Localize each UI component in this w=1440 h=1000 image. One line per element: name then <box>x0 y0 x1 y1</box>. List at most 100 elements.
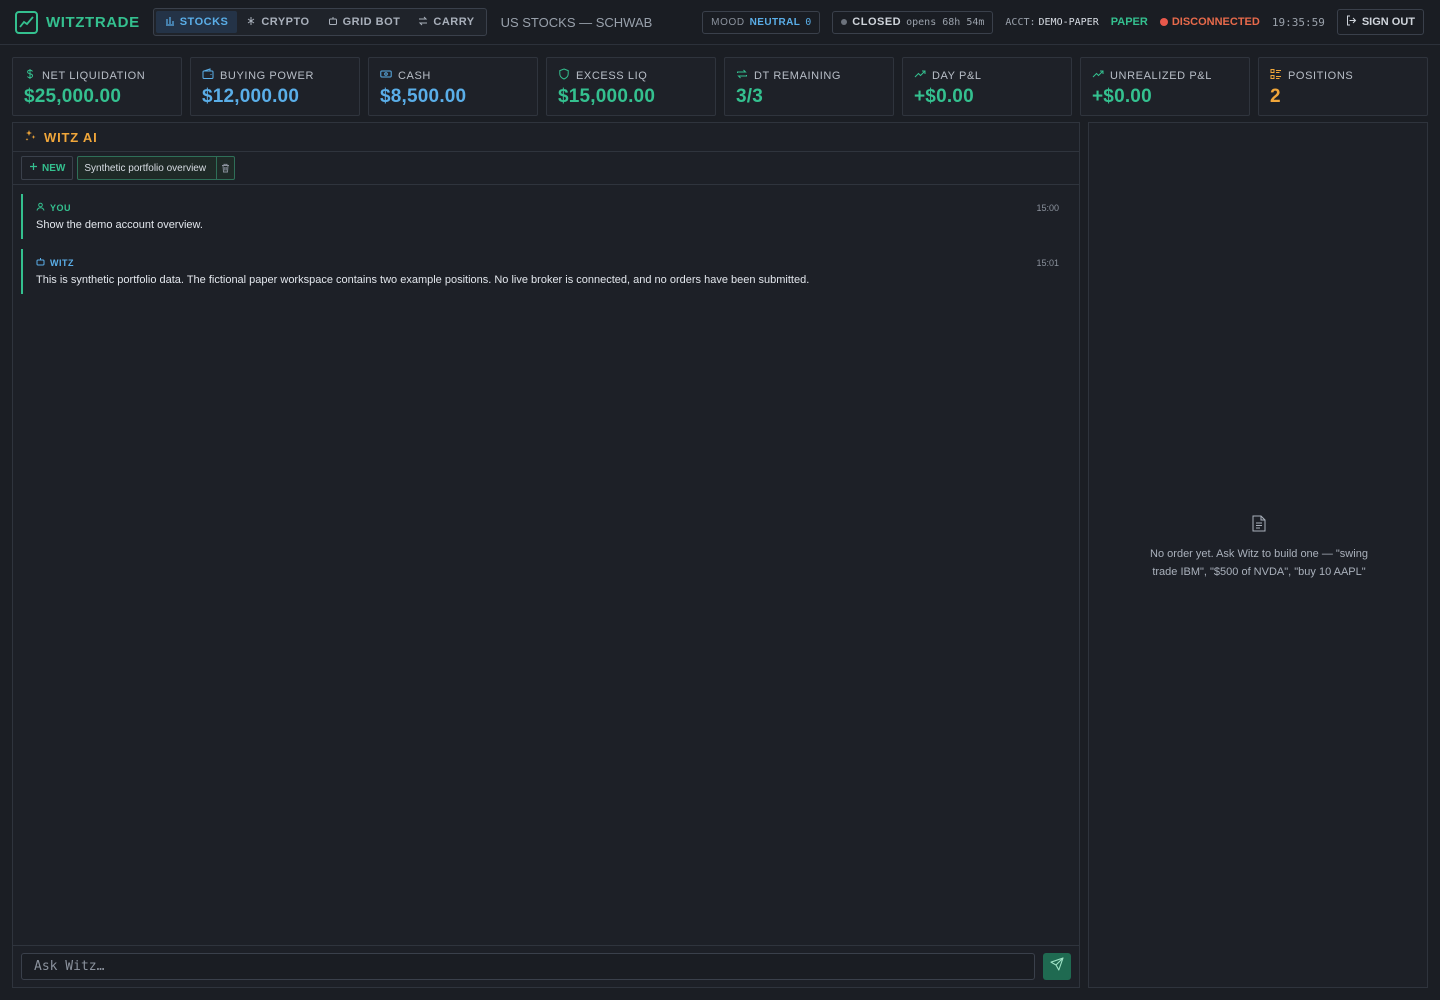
dollar-icon <box>24 68 36 83</box>
trading-mode-badge: PAPER <box>1110 16 1148 28</box>
connection-label: DISCONNECTED <box>1171 16 1260 28</box>
message-author: WITZ <box>50 257 74 268</box>
trend-up-icon <box>1092 68 1104 83</box>
stat-value: 2 <box>1270 86 1281 107</box>
swap-icon <box>418 16 428 29</box>
stat-label: BUYING POWER <box>220 69 314 82</box>
stat-day-pnl: DAY P&L +$0.00 <box>902 57 1072 116</box>
app-name: WITZTRADE <box>46 13 140 31</box>
tab-carry[interactable]: CARRY <box>409 11 483 33</box>
message-author: YOU <box>50 202 72 213</box>
crypto-icon <box>246 16 256 29</box>
message-text: This is synthetic portfolio data. The fi… <box>36 274 810 286</box>
stat-net-liquidation: NET LIQUIDATION $25,000.00 <box>12 57 182 116</box>
stat-label: DT REMAINING <box>754 69 842 82</box>
message-time: 15:01 <box>1036 258 1059 268</box>
venue-label: US STOCKS — SCHWAB <box>500 14 653 30</box>
trash-icon[interactable] <box>216 157 234 179</box>
stat-dt-remaining: DT REMAINING 3/3 <box>724 57 894 116</box>
message-list: YOU 15:00 Show the demo account overview… <box>13 185 1079 294</box>
chat-input[interactable] <box>21 953 1035 980</box>
account-stats: NET LIQUIDATION $25,000.00 BUYING POWER … <box>12 57 1428 116</box>
logout-icon <box>1346 15 1357 29</box>
order-empty-state: No order yet. Ask Witz to build one — "s… <box>1139 515 1379 581</box>
sign-out-button[interactable]: SIGN OUT <box>1336 9 1424 35</box>
chat-composer <box>13 945 1079 987</box>
tab-label: CRYPTO <box>261 16 310 28</box>
stat-label: EXCESS LIQ <box>576 69 648 82</box>
document-icon <box>1252 515 1266 536</box>
market-state: CLOSED <box>852 16 902 28</box>
stat-excess-liquidity: EXCESS LIQ $15,000.00 <box>546 57 716 116</box>
mood-indicator: MOOD NEUTRAL 0 <box>702 10 821 34</box>
message-text: Show the demo account overview. <box>36 219 203 231</box>
stat-value: +$0.00 <box>914 86 974 107</box>
status-dot-icon <box>1159 18 1168 26</box>
stat-value: $25,000.00 <box>24 86 122 107</box>
stat-positions: POSITIONS 2 <box>1258 57 1428 116</box>
stat-value: $15,000.00 <box>558 86 656 107</box>
stat-buying-power: BUYING POWER $12,000.00 <box>190 57 360 116</box>
stat-label: CASH <box>398 69 431 82</box>
bot-icon <box>36 257 45 268</box>
order-empty-text: No order yet. Ask Witz to build one — "s… <box>1150 548 1368 578</box>
market-tabs: STOCKS CRYPTO GRID BOT CARRY <box>152 8 487 36</box>
stat-label: NET LIQUIDATION <box>42 69 146 82</box>
message-assistant: WITZ 15:01 This is synthetic portfolio d… <box>21 249 1059 294</box>
wallet-icon <box>202 68 214 83</box>
mood-label: MOOD <box>711 16 745 28</box>
new-chat-label: NEW <box>42 162 66 174</box>
tab-label: GRID BOT <box>342 16 401 28</box>
send-icon <box>1050 957 1064 976</box>
tab-stocks[interactable]: STOCKS <box>155 11 238 33</box>
tab-label: CARRY <box>433 16 475 28</box>
repeat-icon <box>736 68 748 83</box>
chat-header: WITZ AI <box>13 123 1079 152</box>
stat-label: POSITIONS <box>1288 69 1354 82</box>
send-button[interactable] <box>1043 953 1071 980</box>
list-icon <box>1270 68 1282 83</box>
account-info: ACCT: DEMO-PAPER <box>1005 17 1098 28</box>
sign-out-label: SIGN OUT <box>1361 16 1415 28</box>
plus-icon <box>29 162 38 174</box>
tab-label: STOCKS <box>179 16 229 28</box>
market-dot-icon <box>841 19 848 25</box>
witz-ai-panel: WITZ AI NEW Synthetic portfolio overview… <box>12 122 1080 988</box>
stat-label: DAY P&L <box>932 69 982 82</box>
stat-cash: CASH $8,500.00 <box>368 57 538 116</box>
session-bar: NEW Synthetic portfolio overview <box>13 152 1079 185</box>
session-label: Synthetic portfolio overview <box>84 162 207 174</box>
stat-label: UNREALIZED P&L <box>1110 69 1212 82</box>
brand[interactable]: WITZTRADE <box>15 10 140 34</box>
clock: 19:35:59 <box>1271 15 1325 29</box>
stat-value: $12,000.00 <box>202 86 300 107</box>
stat-value: +$0.00 <box>1092 86 1152 107</box>
stat-value: 3/3 <box>736 86 764 107</box>
account-value: DEMO-PAPER <box>1038 16 1099 28</box>
status-cluster: MOOD NEUTRAL 0 CLOSED opens 68h 54m ACCT… <box>702 9 1424 35</box>
new-chat-button[interactable]: NEW <box>21 156 74 180</box>
user-icon <box>36 202 45 213</box>
message-time: 15:00 <box>1036 203 1059 213</box>
market-status: CLOSED opens 68h 54m <box>832 10 994 34</box>
mood-value: NEUTRAL <box>749 16 801 28</box>
account-label: ACCT: <box>1005 16 1036 28</box>
top-bar: WITZTRADE STOCKS CRYPTO GRID BOT CARRY U… <box>0 0 1440 45</box>
shield-icon <box>558 68 570 83</box>
chat-session-tab[interactable]: Synthetic portfolio overview <box>77 156 236 180</box>
sparkle-icon <box>25 128 37 146</box>
stat-unrealized-pnl: UNREALIZED P&L +$0.00 <box>1080 57 1250 116</box>
tab-crypto[interactable]: CRYPTO <box>237 11 318 33</box>
tab-grid-bot[interactable]: GRID BOT <box>319 11 410 33</box>
chart-logo-icon <box>15 10 38 34</box>
banknote-icon <box>380 68 392 83</box>
order-panel: No order yet. Ask Witz to build one — "s… <box>1088 122 1428 988</box>
chat-title: WITZ AI <box>44 129 98 145</box>
market-opens: opens 68h 54m <box>906 16 985 28</box>
trend-up-icon <box>914 68 926 83</box>
bar-chart-icon <box>165 16 175 29</box>
mood-score: 0 <box>805 16 812 28</box>
stat-value: $8,500.00 <box>380 86 467 107</box>
bot-icon <box>328 16 338 29</box>
message-user: YOU 15:00 Show the demo account overview… <box>21 194 1059 239</box>
